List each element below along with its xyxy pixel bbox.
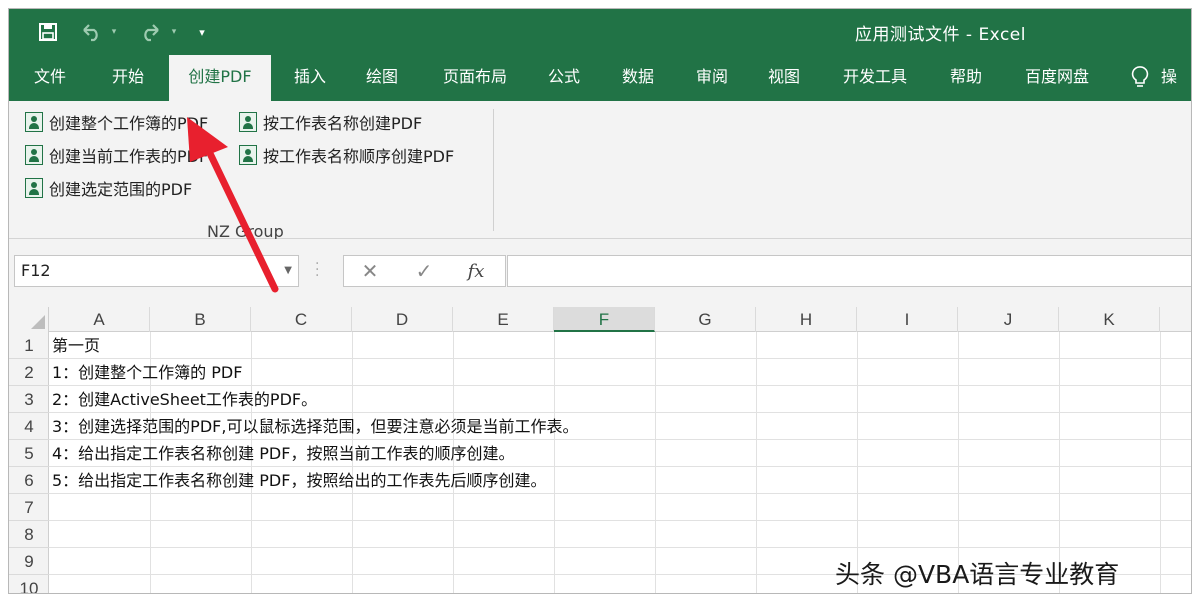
row-header-7[interactable]: 7 [9, 494, 49, 521]
create-range-pdf-button[interactable]: 创建选定范围的PDF [25, 175, 192, 201]
tab-home[interactable]: 开始 [93, 55, 163, 101]
ribbon-tabs: 文件 开始 创建PDF 插入 绘图 页面布局 公式 数据 审阅 视图 开发工具 … [9, 55, 1191, 101]
button-label: 按工作表名称顺序创建PDF [263, 147, 455, 166]
formula-buttons: ✕ ✓ fx [343, 255, 506, 287]
button-label: 创建当前工作表的PDF [49, 147, 209, 166]
cell-a1[interactable]: 第一页 [52, 332, 100, 359]
column-header-h[interactable]: H [756, 307, 857, 332]
gridline [756, 332, 757, 593]
button-label: 创建选定范围的PDF [49, 180, 193, 199]
splitter-handle[interactable]: · · · [315, 257, 319, 283]
tab-draw[interactable]: 绘图 [349, 55, 415, 101]
name-box-value: F12 [21, 261, 51, 280]
redo-icon[interactable] [137, 20, 165, 44]
gridline [554, 332, 555, 593]
column-header-e[interactable]: E [453, 307, 554, 332]
pdf-user-icon [239, 112, 257, 132]
chevron-down-icon[interactable]: ▼ [284, 256, 292, 286]
tab-formulas[interactable]: 公式 [531, 55, 597, 101]
row-header-5[interactable]: 5 [9, 440, 49, 467]
tab-baidu-netdisk[interactable]: 百度网盘 [1009, 55, 1105, 101]
tab-view[interactable]: 视图 [751, 55, 817, 101]
excel-window: ▾ ▾ ▾ 应用测试文件 - Excel 文件 开始 创建PDF 插入 绘图 页… [8, 8, 1192, 594]
cell-a2[interactable]: 1：创建整个工作簿的 PDF [52, 359, 242, 386]
column-header-g[interactable]: G [655, 307, 756, 332]
select-all-button[interactable] [9, 307, 49, 332]
window-title: 应用测试文件 - Excel [855, 25, 1026, 45]
tab-data[interactable]: 数据 [605, 55, 671, 101]
row-header-8[interactable]: 8 [9, 521, 49, 548]
column-header-j[interactable]: J [958, 307, 1059, 332]
undo-icon[interactable] [77, 20, 105, 44]
pdf-user-icon [25, 112, 43, 132]
tab-review[interactable]: 审阅 [679, 55, 745, 101]
formula-input[interactable] [507, 255, 1191, 287]
cell-a5[interactable]: 4：给出指定工作表名称创建 PDF，按照当前工作表的顺序创建。 [52, 440, 514, 467]
tab-developer[interactable]: 开发工具 [827, 55, 923, 101]
tab-file[interactable]: 文件 [15, 55, 85, 101]
customize-toolbar-icon[interactable]: ▾ [193, 20, 211, 44]
column-header-f[interactable]: F [554, 307, 655, 332]
gridline [1160, 332, 1161, 593]
cancel-icon[interactable]: ✕ [356, 258, 384, 284]
save-icon[interactable] [35, 20, 61, 44]
column-header-k[interactable]: K [1059, 307, 1160, 332]
row-headers: 1 2 3 4 5 6 7 8 9 10 [9, 332, 49, 593]
group-separator [493, 109, 494, 231]
cell-a6[interactable]: 5：给出指定工作表名称创建 PDF，按照给出的工作表先后顺序创建。 [52, 467, 546, 494]
watermark-text: 头条 @VBA语言专业教育 [835, 560, 1120, 589]
column-header-b[interactable]: B [150, 307, 251, 332]
redo-dropdown-icon[interactable]: ▾ [167, 20, 181, 44]
column-header-i[interactable]: I [857, 307, 958, 332]
create-sheet-pdf-button[interactable]: 创建当前工作表的PDF [25, 142, 208, 168]
row-header-10[interactable]: 10 [9, 575, 49, 593]
row-header-4[interactable]: 4 [9, 413, 49, 440]
tab-insert[interactable]: 插入 [277, 55, 343, 101]
column-header-c[interactable]: C [251, 307, 352, 332]
title-bar: ▾ ▾ ▾ 应用测试文件 - Excel [9, 9, 1191, 55]
row-header-2[interactable]: 2 [9, 359, 49, 386]
tab-create-pdf[interactable]: 创建PDF [169, 55, 271, 101]
undo-dropdown-icon[interactable]: ▾ [107, 20, 121, 44]
button-label: 按工作表名称创建PDF [263, 114, 423, 133]
row-header-3[interactable]: 3 [9, 386, 49, 413]
button-label: 创建整个工作簿的PDF [49, 114, 209, 133]
lightbulb-icon[interactable] [1125, 55, 1155, 101]
gridline [49, 520, 1191, 521]
create-workbook-pdf-button[interactable]: 创建整个工作簿的PDF [25, 109, 208, 135]
column-header-d[interactable]: D [352, 307, 453, 332]
create-pdf-by-name-button[interactable]: 按工作表名称创建PDF [239, 109, 422, 135]
worksheet-grid: A B C D E F G H I J K 1 2 3 4 5 6 7 8 9 … [9, 307, 1191, 593]
formula-bar: F12 ▼ · · · ✕ ✓ fx [9, 239, 1191, 307]
row-header-1[interactable]: 1 [9, 332, 49, 359]
pdf-user-icon [239, 145, 257, 165]
gridline [49, 547, 1191, 548]
gridline [655, 332, 656, 593]
tab-tell-me[interactable]: 操 [1161, 55, 1191, 101]
create-pdf-by-name-order-button[interactable]: 按工作表名称顺序创建PDF [239, 142, 454, 168]
row-header-9[interactable]: 9 [9, 548, 49, 575]
ribbon-panel: 创建整个工作簿的PDF 创建当前工作表的PDF 创建选定范围的PDF 按工作表名… [9, 101, 1191, 241]
cell-a3[interactable]: 2：创建ActiveSheet工作表的PDF。 [52, 386, 317, 413]
pdf-user-icon [25, 178, 43, 198]
column-header-a[interactable]: A [49, 307, 150, 332]
insert-function-icon[interactable]: fx [462, 258, 490, 284]
row-header-6[interactable]: 6 [9, 467, 49, 494]
tab-page-layout[interactable]: 页面布局 [423, 55, 527, 101]
tab-help[interactable]: 帮助 [935, 55, 997, 101]
column-headers: A B C D E F G H I J K [9, 307, 1191, 332]
pdf-user-icon [25, 145, 43, 165]
enter-icon[interactable]: ✓ [410, 258, 438, 284]
name-box[interactable]: F12 ▼ [14, 255, 299, 287]
cell-a4[interactable]: 3：创建选择范围的PDF,可以鼠标选择范围，但要注意必须是当前工作表。 [52, 413, 578, 440]
